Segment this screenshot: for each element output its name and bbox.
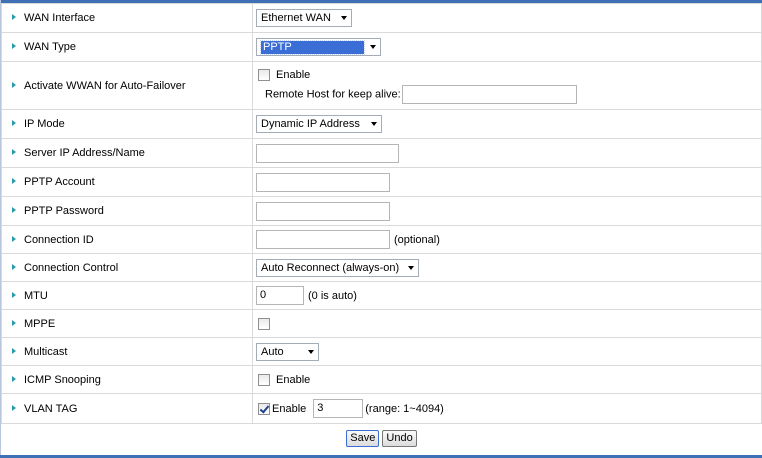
bullet-arrow-icon	[12, 178, 16, 185]
vlan-tag-enable-label: Enable	[272, 402, 307, 415]
wan-interface-label: WAN Interface	[24, 12, 96, 24]
bullet-arrow-icon	[12, 347, 16, 354]
failover-label: Activate WWAN for Auto-Failover	[24, 79, 186, 92]
wan-type-select[interactable]: PPTP	[256, 38, 381, 56]
row-server-ip: Server IP Address/Name	[1, 138, 762, 168]
button-bar: Save Undo	[1, 424, 762, 455]
bullet-arrow-icon	[12, 404, 16, 411]
server-ip-input[interactable]	[256, 143, 399, 163]
row-wan-type: WAN Type PPTP	[1, 32, 762, 62]
pptp-password-label: PPTP Password	[24, 205, 104, 217]
connection-control-label: Connection Control	[24, 261, 119, 274]
server-ip-label: Server IP Address/Name	[24, 147, 145, 159]
multicast-select[interactable]: Auto	[256, 342, 319, 361]
bullet-arrow-icon	[12, 43, 16, 50]
icmp-snooping-label: ICMP Snooping	[24, 373, 101, 386]
bullet-arrow-icon	[12, 291, 16, 298]
chevron-down-icon	[371, 122, 377, 126]
ip-mode-select[interactable]: Dynamic IP Address	[256, 115, 382, 133]
row-ip-mode: IP Mode Dynamic IP Address	[1, 109, 762, 139]
row-failover: Activate WWAN for Auto-Failover Enable R…	[1, 61, 762, 110]
row-icmp-snooping: ICMP Snooping Enable	[1, 365, 762, 394]
icmp-snooping-checkbox[interactable]	[258, 373, 270, 386]
bullet-arrow-icon	[12, 375, 16, 382]
mppe-checkbox[interactable]	[258, 317, 270, 330]
chevron-down-icon	[308, 349, 314, 354]
pptp-account-input[interactable]	[256, 172, 390, 192]
row-multicast: Multicast Auto	[1, 337, 762, 366]
ip-mode-label: IP Mode	[24, 118, 65, 130]
row-wan-interface: WAN Interface Ethernet WAN	[1, 3, 762, 33]
row-pptp-password: PPTP Password	[1, 196, 762, 226]
remote-host-label: Remote Host for keep alive:	[265, 88, 401, 100]
wan-settings-table: WAN Interface Ethernet WAN WAN Type PPTP…	[1, 3, 762, 424]
vlan-tag-input[interactable]: 3	[313, 399, 364, 418]
vlan-tag-label: VLAN TAG	[24, 402, 78, 415]
save-button[interactable]: Save	[346, 430, 380, 447]
row-connection-id: Connection ID (optional)	[1, 225, 762, 254]
undo-button[interactable]: Undo	[382, 430, 417, 447]
bullet-arrow-icon	[12, 235, 16, 242]
bullet-arrow-icon	[12, 149, 16, 156]
bullet-arrow-icon	[12, 207, 16, 214]
failover-enable-checkbox[interactable]	[258, 68, 270, 81]
failover-enable-label: Enable	[276, 68, 311, 81]
pptp-account-label: PPTP Account	[24, 176, 95, 188]
row-mtu: MTU 0 (0 is auto)	[1, 281, 762, 310]
remote-host-input[interactable]	[401, 84, 577, 104]
chevron-down-icon	[341, 16, 347, 20]
row-mppe: MPPE	[1, 309, 762, 338]
bullet-arrow-icon	[12, 120, 16, 127]
connection-control-select[interactable]: Auto Reconnect (always-on)	[256, 258, 419, 277]
multicast-label: Multicast	[24, 345, 68, 358]
wan-type-label: WAN Type	[24, 41, 76, 53]
wan-interface-select[interactable]: Ethernet WAN	[256, 9, 352, 27]
connection-id-input[interactable]	[256, 230, 390, 249]
row-pptp-account: PPTP Account	[1, 167, 762, 197]
mtu-label: MTU	[24, 289, 48, 302]
bullet-arrow-icon	[12, 319, 16, 326]
chevron-down-icon	[370, 45, 376, 49]
icmp-snooping-enable-label: Enable	[276, 373, 311, 386]
connection-id-label: Connection ID	[24, 233, 94, 246]
row-connection-control: Connection Control Auto Reconnect (alway…	[1, 253, 762, 282]
vlan-tag-hint: (range: 1~4094)	[365, 402, 444, 415]
connection-id-hint: (optional)	[394, 233, 440, 246]
mtu-hint: (0 is auto)	[308, 289, 357, 302]
row-vlan-tag: VLAN TAG Enable 3 (range: 1~4094)	[1, 393, 762, 424]
bullet-arrow-icon	[12, 14, 16, 21]
vlan-tag-checkbox[interactable]	[258, 402, 270, 415]
mtu-input[interactable]: 0	[256, 286, 304, 305]
pptp-password-input[interactable]	[256, 201, 390, 221]
bullet-arrow-icon	[12, 263, 16, 270]
chevron-down-icon	[408, 265, 414, 270]
bullet-arrow-icon	[12, 81, 16, 88]
mppe-label: MPPE	[24, 317, 56, 330]
